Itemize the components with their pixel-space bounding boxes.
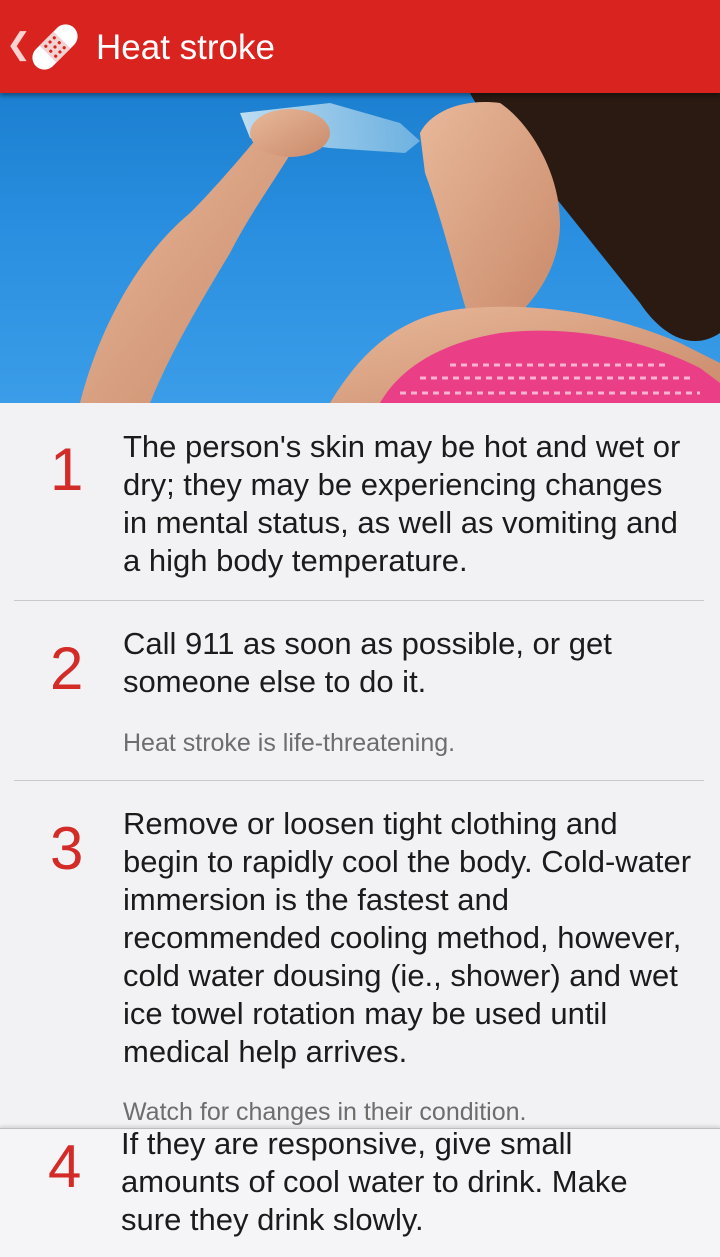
bandage-icon[interactable] [24, 16, 86, 78]
step-text: Remove or loosen tight clothing and begi… [123, 806, 692, 1069]
step-note: Heat stroke is life-threatening. [123, 729, 456, 757]
hero-image [0, 93, 720, 403]
step-number: 3 [50, 815, 84, 882]
divider [14, 780, 704, 781]
woman-drinking-water-illustration [80, 93, 720, 403]
page-title: Heat stroke [96, 28, 275, 67]
step-number: 2 [50, 635, 84, 702]
step-text: If they are responsive, give small amoun… [121, 1126, 628, 1237]
step-note: Watch for changes in their condition. [123, 1098, 527, 1126]
app-bar: ❮ Heat stroke [0, 0, 720, 93]
step-4-card: 4 If they are responsive, give small amo… [0, 1126, 720, 1257]
step-text: Call 911 as soon as possible, or get som… [123, 626, 612, 699]
step-number: 4 [48, 1133, 82, 1200]
divider [14, 600, 704, 601]
step-text: The person's skin may be hot and wet or … [123, 429, 681, 578]
step-number: 1 [50, 436, 84, 503]
